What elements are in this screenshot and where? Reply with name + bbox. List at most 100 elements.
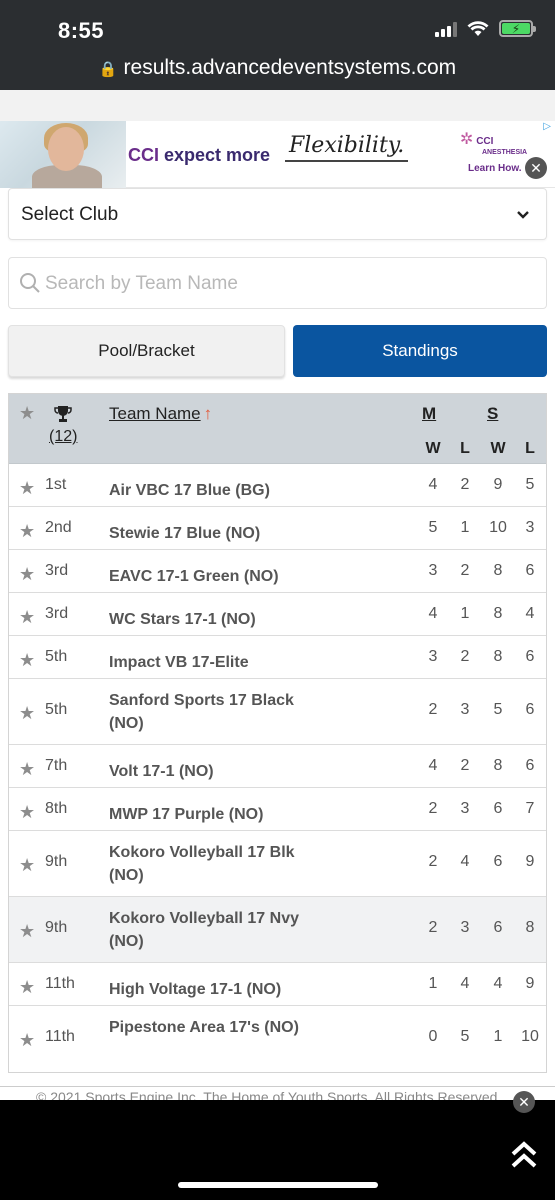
set-wins: 1: [493, 1028, 503, 1045]
favorite-star-icon[interactable]: ★: [19, 478, 35, 499]
status-time: 8:55: [58, 18, 105, 43]
team-name-link[interactable]: Pipestone Area 17's (NO): [109, 1016, 319, 1039]
set-losses: 3: [525, 519, 535, 536]
trophy-count[interactable]: (12): [49, 428, 77, 446]
team-search[interactable]: [8, 257, 547, 309]
match-wins: 4: [428, 476, 438, 493]
favorite-star-icon[interactable]: ★: [19, 759, 35, 780]
table-row[interactable]: ★ 5th Impact VB 17-Elite 3 2 8 6: [9, 636, 546, 679]
set-wins: 10: [489, 519, 507, 536]
team-place: 5th: [45, 701, 68, 718]
team-name-link[interactable]: Impact VB 17-Elite: [109, 651, 319, 674]
set-wins: 8: [493, 648, 503, 665]
favorite-star-icon[interactable]: ★: [19, 703, 35, 724]
favorite-star-icon[interactable]: ★: [19, 1030, 35, 1051]
set-wins: 4: [493, 975, 503, 992]
match-losses: 2: [460, 476, 470, 493]
team-place: 3rd: [45, 562, 69, 579]
team-name-link[interactable]: Stewie 17 Blue (NO): [109, 522, 319, 545]
bottom-overlay-close-button[interactable]: ✕: [513, 1091, 535, 1113]
sort-arrow-icon: ↑: [203, 404, 213, 423]
team-place: 11th: [45, 1028, 75, 1045]
team-name-link[interactable]: Volt 17-1 (NO): [109, 760, 319, 783]
team-name-link[interactable]: Sanford Sports 17 Black (NO): [109, 689, 319, 735]
match-wins: 2: [428, 853, 438, 870]
ad-close-button[interactable]: ✕: [525, 157, 547, 179]
set-wins: 8: [493, 605, 503, 622]
search-input[interactable]: [45, 266, 535, 302]
set-losses: 6: [525, 562, 535, 579]
match-losses: 2: [460, 757, 470, 774]
club-select-label: Select Club: [21, 204, 119, 225]
team-place: 5th: [45, 648, 68, 665]
table-row[interactable]: ★ 11th Pipestone Area 17's (NO) 0 5 1 10: [9, 1006, 546, 1072]
team-name-link[interactable]: Kokoro Volleyball 17 Blk (NO): [109, 841, 319, 887]
table-row[interactable]: ★ 1st Air VBC 17 Blue (BG) 4 2 9 5: [9, 464, 546, 507]
match-losses: 1: [460, 605, 470, 622]
team-name-link[interactable]: Kokoro Volleyball 17 Nvy (NO): [109, 907, 319, 953]
table-row[interactable]: ★ 8th MWP 17 Purple (NO) 2 3 6 7: [9, 788, 546, 831]
match-losses-header: L: [460, 440, 470, 457]
match-losses: 3: [460, 701, 470, 718]
favorite-star-icon[interactable]: ★: [19, 802, 35, 823]
table-row[interactable]: ★ 2nd Stewie 17 Blue (NO) 5 1 10 3: [9, 507, 546, 550]
match-wins: 5: [428, 519, 438, 536]
footer-text: © 2021 Sports Engine Inc. The Home of Yo…: [36, 1089, 502, 1100]
tab-standings[interactable]: Standings: [293, 325, 547, 377]
cci-logo-icon: ✲: [460, 131, 474, 148]
ad-script-text: Flexibility.: [285, 133, 409, 162]
match-losses: 4: [460, 853, 470, 870]
match-wins: 2: [428, 919, 438, 936]
battery-charging-icon: ⚡: [499, 20, 536, 37]
favorite-star-icon[interactable]: ★: [19, 921, 35, 942]
team-place: 2nd: [45, 519, 72, 536]
match-wins: 4: [428, 605, 438, 622]
ad-banner[interactable]: CCI expect more Flexibility. ✲ CCI ANEST…: [0, 121, 555, 188]
team-name-link[interactable]: EAVC 17-1 Green (NO): [109, 565, 319, 588]
team-name-sort-header[interactable]: Team Name ↑: [109, 404, 212, 424]
team-place: 3rd: [45, 605, 69, 622]
favorite-star-icon[interactable]: ★: [19, 977, 35, 998]
tab-pool-bracket[interactable]: Pool/Bracket: [8, 325, 285, 377]
table-row[interactable]: ★ 5th Sanford Sports 17 Black (NO) 2 3 5 6: [9, 679, 546, 745]
ad-cta-link[interactable]: Learn How.: [468, 163, 522, 174]
set-losses: 10: [521, 1028, 539, 1045]
set-wins-header: W: [490, 440, 506, 457]
match-wins: 1: [428, 975, 438, 992]
team-name-link[interactable]: WC Stars 17-1 (NO): [109, 608, 319, 631]
table-row[interactable]: ★ 9th Kokoro Volleyball 17 Blk (NO) 2 4 6 9: [9, 831, 546, 897]
match-wins-header: W: [425, 440, 441, 457]
favorite-star-icon[interactable]: ★: [19, 607, 35, 628]
table-row[interactable]: ★ 9th Kokoro Volleyball 17 Nvy (NO) 2 3 6 8: [9, 897, 546, 963]
ad-choices-icon[interactable]: ▷: [543, 121, 551, 132]
address-bar[interactable]: 🔒 results.advancedeventsystems.com: [0, 56, 555, 80]
favorite-star-icon[interactable]: ★: [19, 650, 35, 671]
star-icon[interactable]: ★: [19, 403, 35, 424]
table-row[interactable]: ★ 7th Volt 17-1 (NO) 4 2 8 6: [9, 745, 546, 788]
table-row[interactable]: ★ 3rd WC Stars 17-1 (NO) 4 1 8 4: [9, 593, 546, 636]
match-wins: 2: [428, 800, 438, 817]
matches-header[interactable]: M: [422, 404, 436, 424]
team-name-link[interactable]: High Voltage 17-1 (NO): [109, 978, 319, 1001]
table-row[interactable]: ★ 11th High Voltage 17-1 (NO) 1 4 4 9: [9, 963, 546, 1006]
match-losses: 3: [460, 919, 470, 936]
team-place: 8th: [45, 800, 68, 817]
club-select[interactable]: Select Club: [8, 188, 547, 240]
sets-header[interactable]: S: [487, 404, 498, 424]
set-wins: 8: [493, 757, 503, 774]
wifi-icon: [467, 20, 489, 36]
favorite-star-icon[interactable]: ★: [19, 564, 35, 585]
page-top-strip: [0, 90, 555, 121]
ad-logo: ✲ CCI ANESTHESIA: [460, 131, 528, 157]
set-wins: 9: [493, 476, 503, 493]
status-icons: ⚡: [435, 20, 536, 37]
table-row[interactable]: ★ 3rd EAVC 17-1 Green (NO) 3 2 8 6: [9, 550, 546, 593]
set-wins: 6: [493, 919, 503, 936]
favorite-star-icon[interactable]: ★: [19, 855, 35, 876]
double-chevron-up-icon[interactable]: [509, 1138, 539, 1170]
match-losses: 2: [460, 562, 470, 579]
team-place: 1st: [45, 476, 67, 493]
favorite-star-icon[interactable]: ★: [19, 521, 35, 542]
team-name-link[interactable]: MWP 17 Purple (NO): [109, 803, 319, 826]
team-name-link[interactable]: Air VBC 17 Blue (BG): [109, 479, 319, 502]
